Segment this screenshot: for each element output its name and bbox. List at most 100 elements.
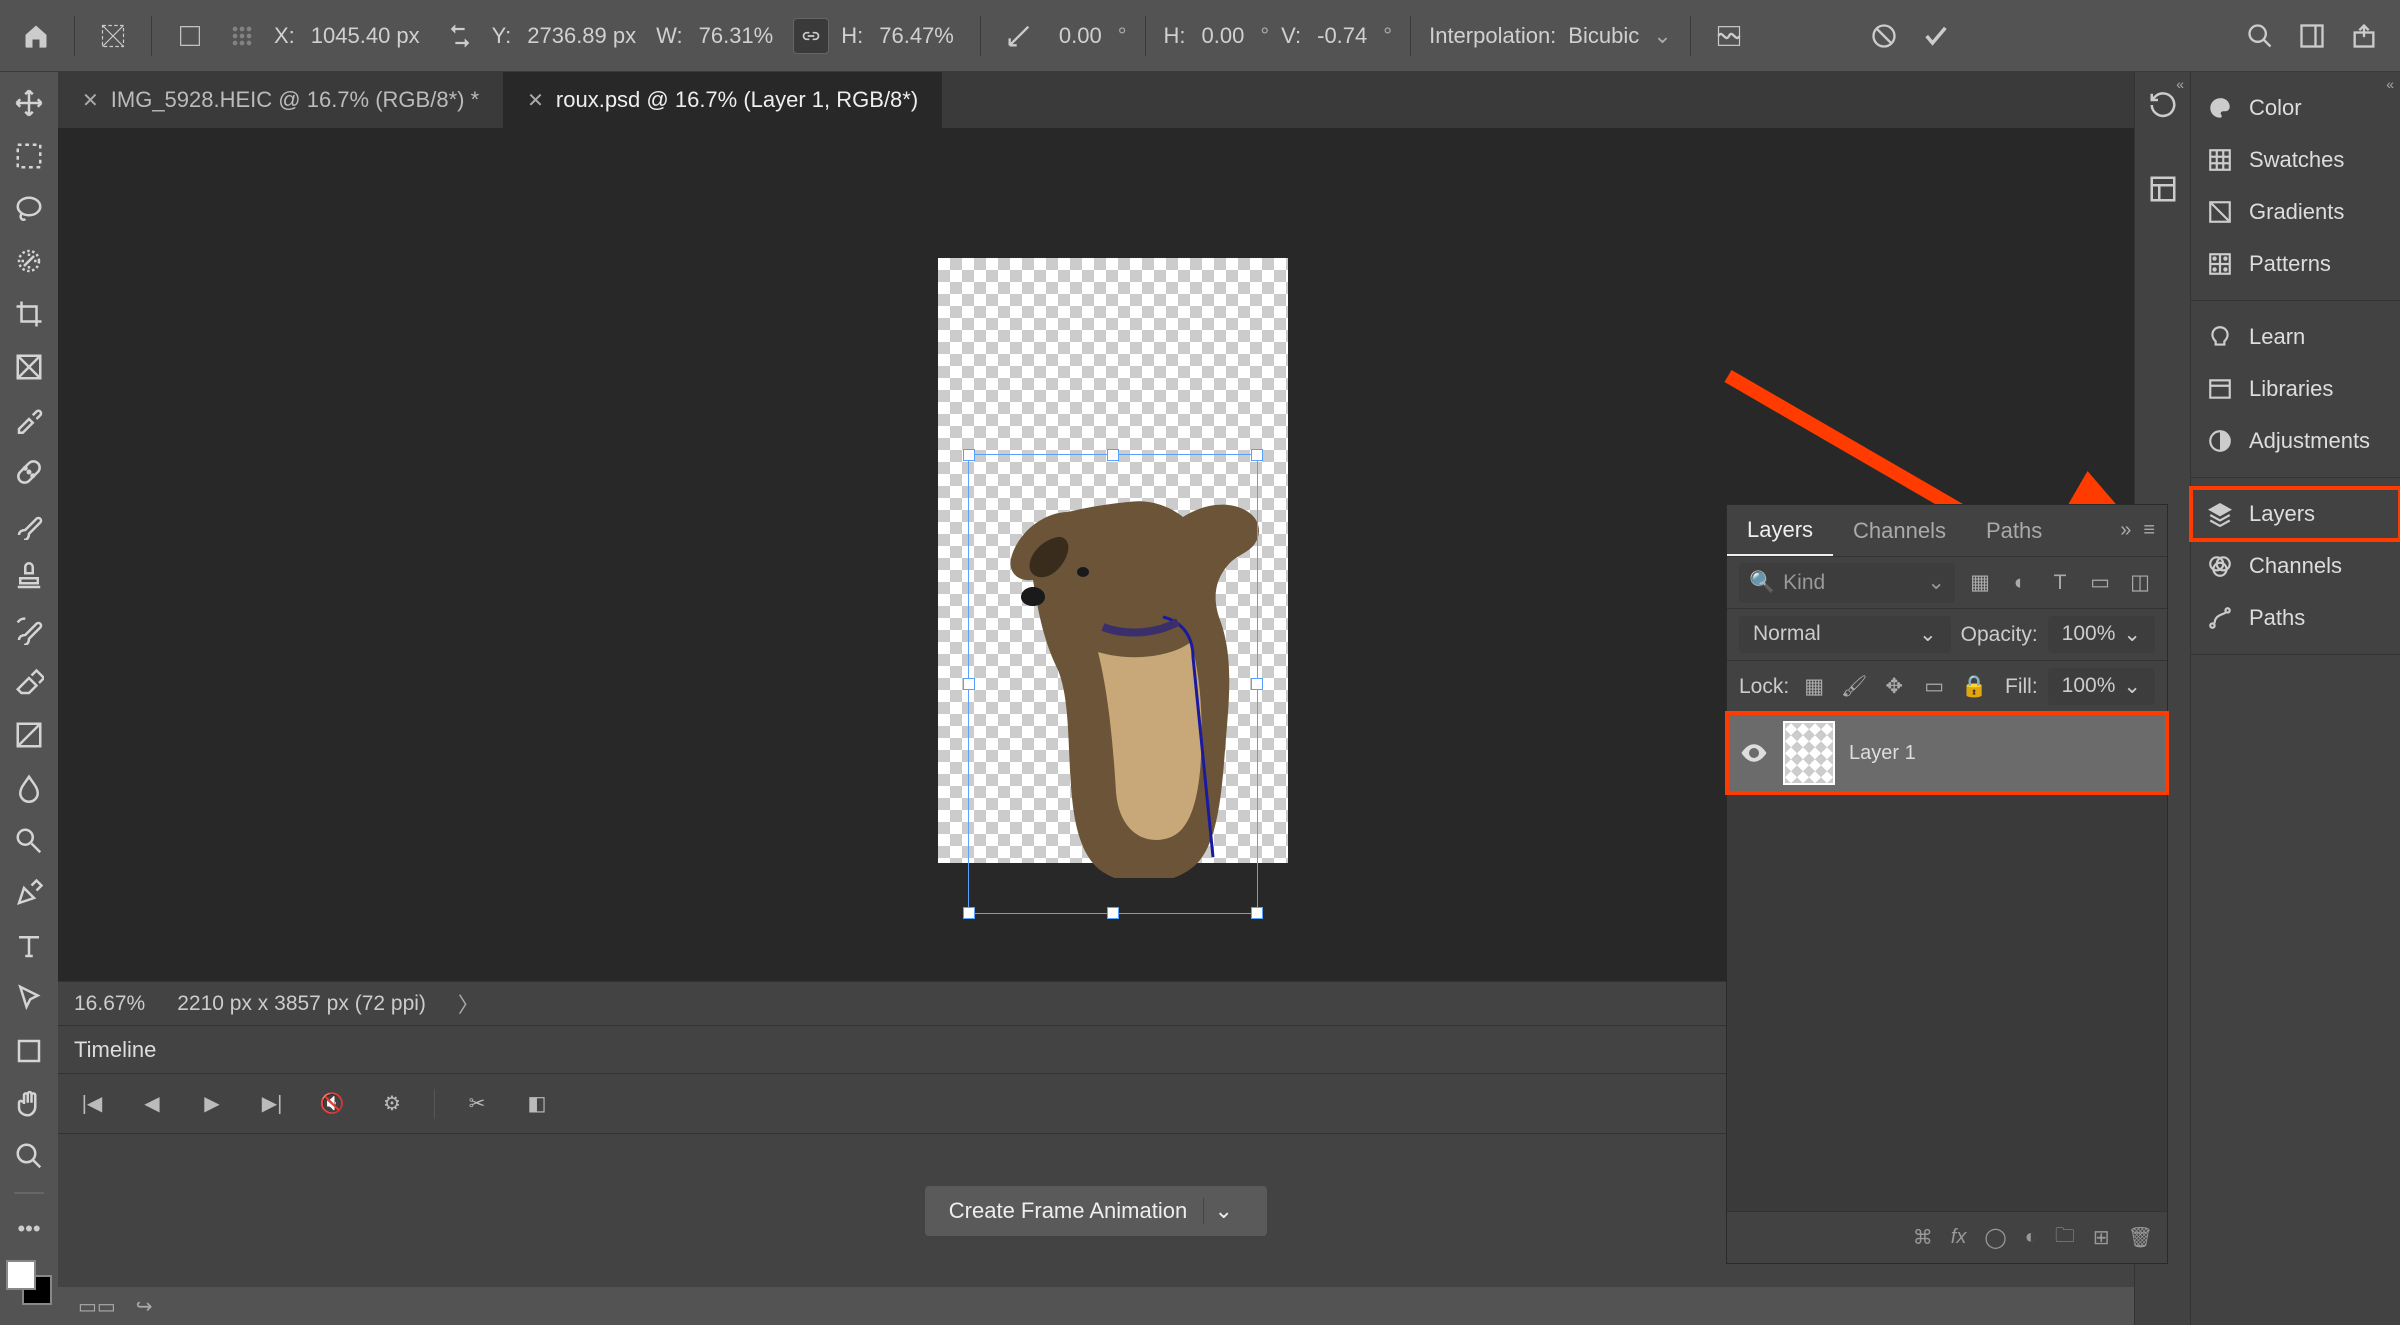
quick-select-tool-icon[interactable]: [7, 240, 51, 283]
history-panel-icon[interactable]: [2148, 90, 2178, 126]
pen-tool-icon[interactable]: [7, 872, 51, 915]
close-icon[interactable]: ✕: [82, 88, 99, 113]
paths-panel-item[interactable]: Paths: [2191, 592, 2400, 644]
width-field[interactable]: W:76.31%: [656, 19, 781, 53]
rotate-field[interactable]: 0.00°: [1051, 19, 1127, 53]
libraries-panel-item[interactable]: Libraries: [2191, 363, 2400, 415]
fx-icon[interactable]: fx: [1951, 1226, 1967, 1249]
mask-icon[interactable]: ◯: [1984, 1225, 2006, 1250]
group-icon[interactable]: 🗀: [2055, 1221, 2075, 1255]
layer-filter-kind[interactable]: 🔍Kind⌄: [1739, 563, 1955, 603]
collapse-icon[interactable]: «: [2386, 76, 2394, 92]
workspace-icon[interactable]: [2292, 16, 2332, 56]
edit-toolbar-icon[interactable]: •••: [7, 1208, 51, 1251]
adjustment-layer-icon[interactable]: ◐: [2025, 1226, 2037, 1249]
warp-icon[interactable]: [1709, 16, 1749, 56]
layers-panel-item[interactable]: Layers: [2191, 488, 2400, 540]
create-frame-animation-button[interactable]: Create Frame Animation ⌄: [925, 1186, 1267, 1236]
lock-all-icon[interactable]: 🔒: [1959, 672, 1989, 702]
height-field[interactable]: H:76.47%: [841, 19, 962, 53]
prev-frame-icon[interactable]: ◀: [134, 1086, 170, 1122]
timeline-settings-icon[interactable]: ⚙: [374, 1086, 410, 1122]
tab-layers[interactable]: Layers: [1727, 505, 1833, 556]
timeline-convert-icon[interactable]: ↪: [136, 1294, 153, 1319]
blend-mode-select[interactable]: Normal⌄: [1739, 616, 1951, 653]
new-layer-icon[interactable]: ⊞: [2093, 1225, 2110, 1250]
layer-row[interactable]: Layer 1: [1727, 713, 2167, 793]
home-icon[interactable]: [16, 16, 56, 56]
lock-artboard-icon[interactable]: ▭: [1919, 672, 1949, 702]
healing-tool-icon[interactable]: [7, 451, 51, 494]
gradients-panel-item[interactable]: Gradients: [2191, 186, 2400, 238]
cancel-transform-icon[interactable]: [1864, 16, 1904, 56]
fill-field[interactable]: 100%⌄: [2048, 668, 2155, 705]
brush-tool-icon[interactable]: [7, 503, 51, 546]
zoom-tool-icon[interactable]: [7, 1135, 51, 1178]
reference-grid-icon[interactable]: [222, 16, 262, 56]
first-frame-icon[interactable]: |◀: [74, 1086, 110, 1122]
commit-transform-icon[interactable]: [1916, 16, 1956, 56]
shear-v-field[interactable]: V:-0.74°: [1281, 19, 1392, 53]
tab-img5928[interactable]: ✕ IMG_5928.HEIC @ 16.7% (RGB/8*) *: [58, 72, 503, 128]
filter-shape-icon[interactable]: ▭: [2085, 568, 2115, 598]
learn-panel-item[interactable]: Learn: [2191, 311, 2400, 363]
path-select-icon[interactable]: [7, 977, 51, 1020]
transform-bounding-box[interactable]: [968, 454, 1258, 914]
play-icon[interactable]: ▶: [194, 1086, 230, 1122]
next-frame-icon[interactable]: ▶|: [254, 1086, 290, 1122]
channels-panel-item[interactable]: Channels: [2191, 540, 2400, 592]
handle-bottom-mid[interactable]: [1107, 907, 1119, 919]
patterns-panel-item[interactable]: Patterns: [2191, 238, 2400, 290]
lock-paint-icon[interactable]: 🖌: [1839, 672, 1869, 702]
transition-icon[interactable]: ◧: [519, 1086, 555, 1122]
color-swatches[interactable]: [6, 1260, 52, 1305]
opacity-field[interactable]: 100%⌄: [2048, 616, 2155, 653]
transform-mode-icon[interactable]: [93, 16, 133, 56]
eyedropper-tool-icon[interactable]: [7, 398, 51, 441]
link-layers-icon[interactable]: ⌘: [1913, 1225, 1933, 1250]
collapse-panel-icon[interactable]: »: [2120, 519, 2131, 542]
marquee-tool-icon[interactable]: [7, 135, 51, 178]
crop-tool-icon[interactable]: [7, 293, 51, 336]
frame-tool-icon[interactable]: [7, 345, 51, 388]
filter-adjust-icon[interactable]: ◐: [2005, 568, 2035, 598]
link-wh-icon[interactable]: [793, 18, 829, 54]
adjustments-panel-item[interactable]: Adjustments: [2191, 415, 2400, 467]
chevron-down-icon[interactable]: ⌄: [1203, 1198, 1243, 1224]
search-icon[interactable]: [2240, 16, 2280, 56]
properties-panel-icon[interactable]: [2148, 174, 2178, 210]
filter-type-icon[interactable]: T: [2045, 568, 2075, 598]
visibility-icon[interactable]: [1739, 738, 1769, 768]
swap-xy-icon[interactable]: [440, 16, 480, 56]
lasso-tool-icon[interactable]: [7, 187, 51, 230]
handle-bottom-left[interactable]: [963, 907, 975, 919]
eraser-tool-icon[interactable]: [7, 661, 51, 704]
dodge-tool-icon[interactable]: [7, 819, 51, 862]
delete-layer-icon[interactable]: 🗑: [2128, 1225, 2153, 1250]
color-panel-item[interactable]: Color: [2191, 82, 2400, 134]
handle-bottom-right[interactable]: [1251, 907, 1263, 919]
split-icon[interactable]: ✂: [459, 1086, 495, 1122]
timeline-menu-icon[interactable]: ▭▭: [78, 1294, 116, 1319]
shape-tool-icon[interactable]: [7, 1030, 51, 1073]
share-icon[interactable]: [2344, 16, 2384, 56]
hand-tool-icon[interactable]: [7, 1082, 51, 1125]
collapse-icon[interactable]: «: [2176, 76, 2184, 92]
gradient-tool-icon[interactable]: [7, 714, 51, 757]
lock-position-icon[interactable]: ✥: [1879, 672, 1909, 702]
interpolation-select[interactable]: Bicubic⌄: [1568, 23, 1671, 49]
mute-icon[interactable]: 🔇: [314, 1086, 350, 1122]
swatches-panel-item[interactable]: Swatches: [2191, 134, 2400, 186]
filter-pixel-icon[interactable]: ▦: [1965, 568, 1995, 598]
type-tool-icon[interactable]: [7, 925, 51, 968]
y-field[interactable]: Y:2736.89 px: [492, 19, 644, 53]
filter-smart-icon[interactable]: ◫: [2125, 568, 2155, 598]
handle-mid-left[interactable]: [963, 678, 975, 690]
handle-top-left[interactable]: [963, 449, 975, 461]
stamp-tool-icon[interactable]: [7, 556, 51, 599]
tab-roux[interactable]: ✕ roux.psd @ 16.7% (Layer 1, RGB/8*): [503, 72, 942, 128]
handle-mid-right[interactable]: [1251, 678, 1263, 690]
tab-channels[interactable]: Channels: [1833, 505, 1966, 556]
zoom-level[interactable]: 16.67%: [74, 992, 145, 1016]
close-icon[interactable]: ✕: [527, 88, 544, 113]
